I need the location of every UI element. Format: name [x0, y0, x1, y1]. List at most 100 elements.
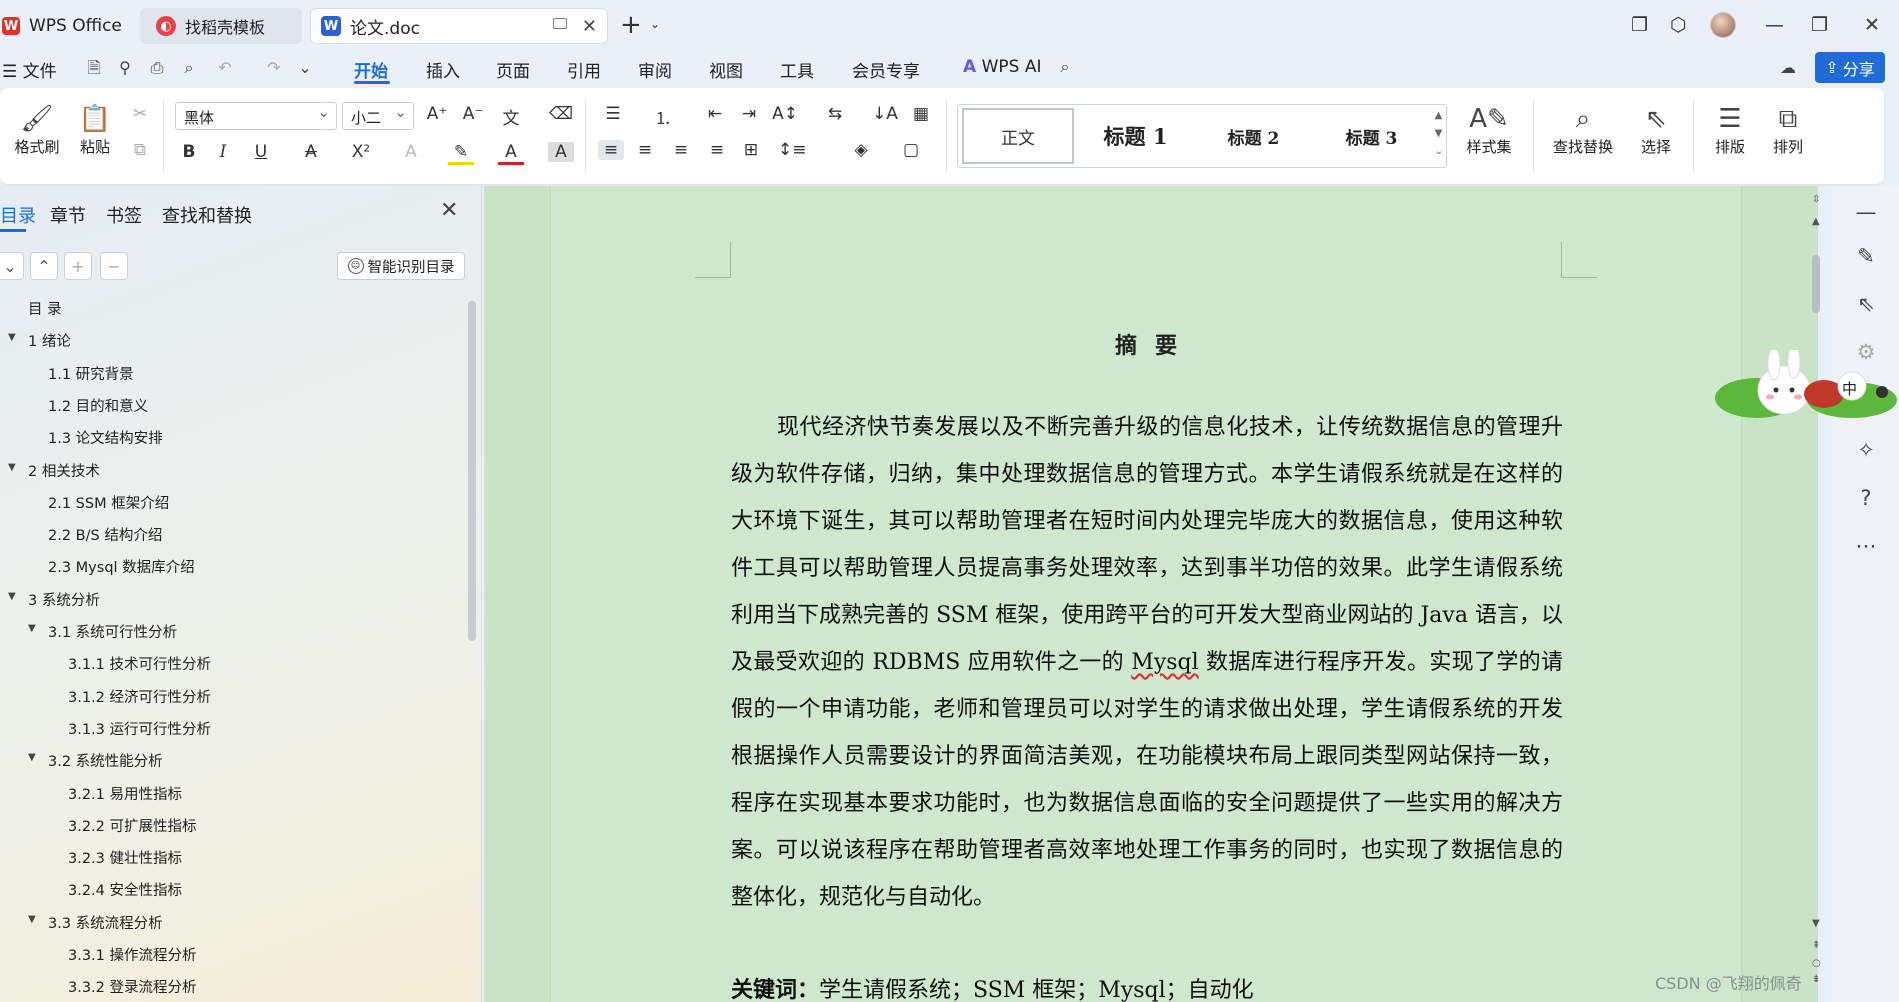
- font-size-select[interactable]: 小二: [342, 102, 414, 130]
- print-preview-icon[interactable]: ⌕: [180, 59, 198, 77]
- split-icon[interactable]: ⇳: [1812, 194, 1820, 205]
- expand-caret-icon[interactable]: ▼: [28, 914, 36, 925]
- toc-item[interactable]: 3.1.3 运行可行性分析: [68, 718, 211, 739]
- toc-item[interactable]: ▼ 3.3 系统流程分析: [28, 912, 163, 933]
- expand-caret-icon[interactable]: ▼: [28, 623, 36, 634]
- phonetic-guide-icon[interactable]: 文: [498, 104, 524, 129]
- sort-icon[interactable]: ↓A: [872, 104, 898, 124]
- restore-icon[interactable]: ❐: [1811, 14, 1828, 36]
- select-browse-icon[interactable]: ○: [1812, 958, 1821, 969]
- font-family-select[interactable]: 黑体: [175, 102, 337, 130]
- align-center-icon[interactable]: ≡: [632, 140, 658, 160]
- search-icon[interactable]: ⌕: [1056, 58, 1074, 76]
- chevron-down-icon[interactable]: ⌄: [650, 17, 660, 31]
- redo-icon[interactable]: ↷: [265, 59, 283, 77]
- tab-wps-office[interactable]: W WPS Office: [0, 8, 135, 44]
- toc-item[interactable]: 2.3 Mysql 数据库介绍: [48, 556, 195, 577]
- toc-item[interactable]: 3.2.2 可扩展性指标: [68, 815, 197, 836]
- scroll-up-icon[interactable]: ▲: [1812, 216, 1820, 227]
- nav-tab-toc[interactable]: 目录: [0, 202, 36, 228]
- style-heading-3[interactable]: 标题 3: [1314, 108, 1429, 164]
- toc-item[interactable]: ▼ 3.2 系统性能分析: [28, 750, 163, 771]
- help-icon[interactable]: ?: [1854, 486, 1878, 510]
- menu-insert[interactable]: 插入: [426, 57, 460, 82]
- tab-template[interactable]: ◐ 找稻壳模板: [140, 8, 302, 44]
- smart-toc-button[interactable]: ☺ 智能识别目录: [337, 252, 465, 280]
- text-effect-icon[interactable]: A: [398, 142, 424, 162]
- underline-icon[interactable]: U: [248, 142, 274, 162]
- remove-heading-icon[interactable]: −: [100, 252, 128, 280]
- arrange-button[interactable]: ⧉ 排列: [1760, 102, 1816, 157]
- text-direction-icon[interactable]: A↕: [772, 104, 798, 124]
- highlight-icon[interactable]: ✎: [448, 142, 474, 165]
- tab-document[interactable]: W 论文.doc ✕: [310, 8, 608, 44]
- menu-member[interactable]: 会员专享: [852, 57, 920, 82]
- expand-caret-icon[interactable]: ▼: [8, 462, 16, 473]
- toc-item[interactable]: 3.2.1 易用性指标: [68, 783, 182, 804]
- toc-item[interactable]: 3.1.1 技术可行性分析: [68, 653, 211, 674]
- align-right-icon[interactable]: ≡: [668, 140, 694, 160]
- window-layout-icon[interactable]: ❐: [1631, 14, 1648, 36]
- save-icon[interactable]: 🗎: [85, 59, 103, 77]
- document-page[interactable]: 摘要 现代经济快节奏发展以及不断完善升级的信息化技术，让传统数据信息的管理升级为…: [551, 186, 1741, 1002]
- nav-tab-bookmarks[interactable]: 书签: [106, 202, 142, 228]
- cursor-icon[interactable]: ⇖: [1854, 292, 1878, 316]
- grow-font-icon[interactable]: A⁺: [424, 104, 450, 124]
- table-grid-icon[interactable]: ▦: [908, 104, 934, 124]
- borders-icon[interactable]: ▢: [898, 140, 924, 160]
- menu-view[interactable]: 视图: [709, 57, 743, 82]
- more-icon[interactable]: ⋯: [1854, 534, 1878, 558]
- scroll-down-icon[interactable]: ▼: [1812, 918, 1820, 929]
- distribute-icon[interactable]: ⊞: [738, 140, 764, 160]
- style-set-button[interactable]: A✎ 样式集: [1456, 102, 1522, 157]
- add-heading-icon[interactable]: +: [64, 252, 92, 280]
- collapse-all-icon[interactable]: ⌄: [0, 252, 24, 280]
- toc-item[interactable]: 目 录: [28, 298, 62, 319]
- clear-format-icon[interactable]: ⌫: [548, 104, 574, 124]
- toc-item[interactable]: 3.3.1 操作流程分析: [68, 944, 197, 965]
- style-normal[interactable]: 正文: [962, 108, 1074, 164]
- mascot-widget[interactable]: 中: [1712, 345, 1899, 420]
- abstract-title[interactable]: 摘要: [551, 328, 1741, 360]
- close-window-icon[interactable]: ✕: [1864, 14, 1880, 36]
- toc-item[interactable]: 3.3.2 登录流程分析: [68, 976, 197, 997]
- print-icon[interactable]: ⎙: [148, 59, 166, 77]
- italic-icon[interactable]: I: [210, 142, 236, 162]
- nav-tab-find-replace[interactable]: 查找和替换: [162, 202, 252, 228]
- style-heading-2[interactable]: 标题 2: [1196, 108, 1311, 164]
- decrease-indent-icon[interactable]: ⇤: [702, 104, 728, 124]
- keywords-line[interactable]: 关键词：学生请假系统；SSM 框架；Mysql；自动化: [731, 972, 1254, 1002]
- link-icon[interactable]: ⚲: [116, 59, 134, 77]
- cube-icon[interactable]: ⬡: [1670, 14, 1687, 36]
- expand-caret-icon[interactable]: ▼: [8, 591, 16, 602]
- numbered-list-icon[interactable]: ⒈: [650, 104, 676, 129]
- align-left-icon[interactable]: ≡: [598, 140, 624, 160]
- bold-icon[interactable]: B: [176, 142, 202, 162]
- superscript-icon[interactable]: X²: [348, 142, 374, 162]
- paste-button[interactable]: 📋 粘贴: [70, 102, 120, 157]
- increase-indent-icon[interactable]: ⇥: [736, 104, 762, 124]
- toc-item[interactable]: 1.3 论文结构安排: [48, 427, 163, 448]
- close-tab-icon[interactable]: ✕: [582, 16, 597, 37]
- toc-item[interactable]: ▼ 3.1 系统可行性分析: [28, 621, 177, 642]
- abstract-paragraph[interactable]: 现代经济快节奏发展以及不断完善升级的信息化技术，让传统数据信息的管理升级为软件存…: [731, 404, 1563, 921]
- toc-item[interactable]: 3.1.2 经济可行性分析: [68, 686, 211, 707]
- style-heading-1[interactable]: 标题 1: [1078, 108, 1193, 164]
- toc-item[interactable]: 1.2 目的和意义: [48, 395, 148, 416]
- strikethrough-icon[interactable]: A: [298, 142, 324, 162]
- minimize-icon[interactable]: —: [1765, 14, 1784, 36]
- line-spacing-icon[interactable]: ↕≡: [778, 140, 807, 160]
- menu-file[interactable]: ☰ 文件: [2, 57, 57, 82]
- toc-item[interactable]: 2.1 SSM 框架介绍: [48, 492, 169, 513]
- pen-icon[interactable]: ✎: [1854, 244, 1878, 268]
- toc-item[interactable]: ▼ 1 绪论: [8, 330, 71, 351]
- user-avatar[interactable]: [1710, 12, 1736, 38]
- nav-scrollbar[interactable]: [468, 301, 476, 641]
- undo-icon[interactable]: ↶: [216, 59, 234, 77]
- layout-button[interactable]: ☰ 排版: [1702, 102, 1758, 157]
- next-page-icon[interactable]: ⇟: [1812, 974, 1820, 985]
- tools-icon[interactable]: ✧: [1854, 438, 1878, 462]
- expand-caret-icon[interactable]: ▼: [8, 332, 16, 343]
- toc-item[interactable]: 1.1 研究背景: [48, 363, 134, 384]
- share-button[interactable]: ⇪ 分享: [1815, 52, 1885, 83]
